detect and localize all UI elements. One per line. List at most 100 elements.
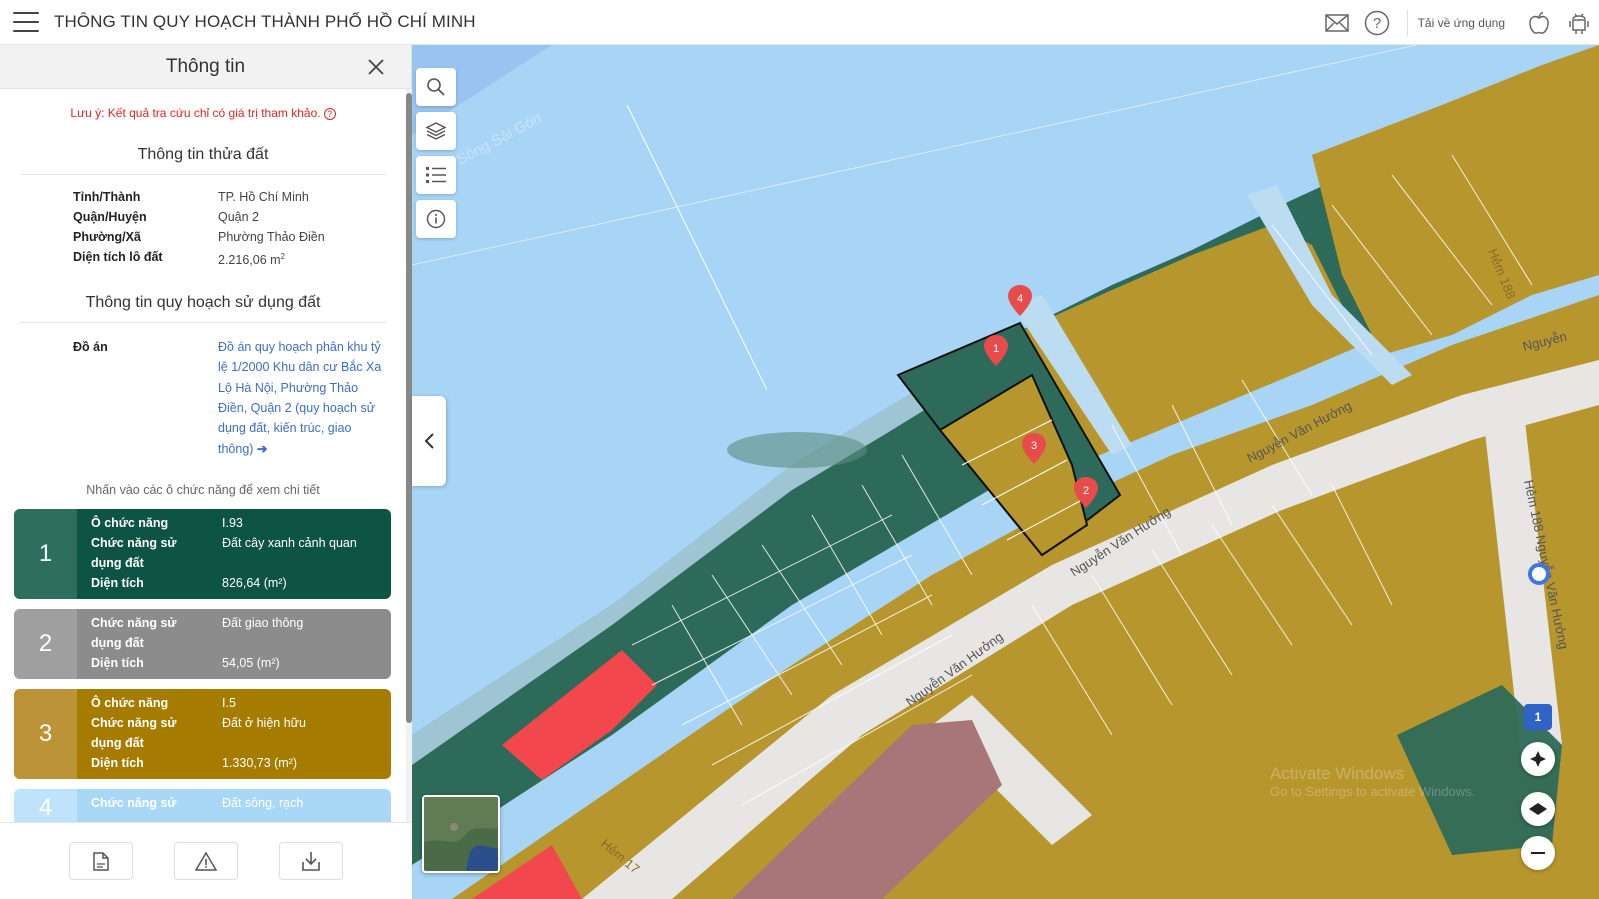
card-value: I.5 bbox=[222, 696, 236, 710]
compass-icon[interactable] bbox=[1521, 792, 1555, 826]
card-row: Diện tích 54,05 (m²) bbox=[91, 653, 391, 673]
card-details: Chức năng sử Đất giao thông dụng đất Diện… bbox=[77, 609, 391, 679]
card-value bbox=[222, 553, 391, 573]
card-value bbox=[222, 733, 391, 753]
watermark-line: Activate Windows bbox=[1270, 764, 1405, 783]
user-location-marker bbox=[1528, 563, 1550, 585]
divider bbox=[20, 174, 386, 175]
card-number: 3 bbox=[14, 689, 77, 779]
warning-icon[interactable] bbox=[173, 842, 238, 880]
card-key: Diện tích bbox=[91, 656, 144, 670]
doan-text: Đồ án quy hoạch phân khu tỷ lệ 1/2000 Kh… bbox=[218, 340, 382, 456]
card-value: 54,05 (m²) bbox=[222, 656, 280, 670]
panel-header: Thông tin bbox=[0, 45, 411, 89]
field-label: Tỉnh/Thành bbox=[73, 190, 141, 204]
svg-text:1: 1 bbox=[993, 343, 999, 355]
disclaimer-text: Lưu ý: Kết quả tra cứu chỉ có giá trị th… bbox=[70, 106, 321, 120]
parcel-row: Tỉnh/Thành TP. Hồ Chí Minh bbox=[73, 187, 406, 207]
list-icon[interactable] bbox=[416, 156, 456, 194]
top-bar: THÔNG TIN QUY HOẠCH THÀNH PHỐ HỒ CHÍ MIN… bbox=[0, 0, 1599, 45]
help-icon[interactable]: ? bbox=[1357, 0, 1397, 45]
doan-link[interactable]: Đồ án quy hoạch phân khu tỷ lệ 1/2000 Kh… bbox=[218, 337, 383, 459]
card-row: Ô chức năng I.93 bbox=[91, 513, 391, 533]
card-row: Diện tích 1.330,73 (m²) bbox=[91, 753, 391, 773]
field-value: 2.216,06 m2 bbox=[218, 247, 285, 270]
card-row: Chức năng sử Đất sông, rạch bbox=[91, 793, 391, 813]
card-value: Đất cây xanh cảnh quan bbox=[222, 536, 357, 550]
area-unit-exponent: 2 bbox=[280, 252, 285, 261]
download-icon[interactable] bbox=[279, 842, 344, 880]
disclaimer-note: Lưu ý: Kết quả tra cứu chỉ có giá trị th… bbox=[0, 106, 406, 120]
card-row: Chức năng sử Đất giao thông bbox=[91, 613, 391, 633]
field-label: Đồ án bbox=[73, 340, 108, 355]
menu-icon[interactable] bbox=[13, 12, 39, 32]
area-value: 2.216,06 m bbox=[218, 253, 281, 268]
info-icon[interactable] bbox=[416, 200, 456, 238]
function-card-1[interactable]: 1 Ô chức năng I.93 Chức năng sử Đất cây xa… bbox=[14, 509, 391, 599]
card-key: Ô chức năng bbox=[91, 516, 169, 530]
card-key: dụng đất bbox=[91, 736, 144, 750]
card-details: Ô chức năng I.93 Chức năng sử Đất cây xanh… bbox=[77, 509, 391, 599]
card-row: dụng đất bbox=[91, 553, 391, 573]
mail-icon[interactable] bbox=[1317, 0, 1357, 45]
field-value: TP. Hồ Chí Minh bbox=[218, 190, 309, 204]
card-key: Chức năng sử bbox=[91, 796, 177, 810]
function-card-2[interactable]: 2 Chức năng sử Đất giao thông dụng đất Di… bbox=[14, 609, 391, 679]
locate-icon[interactable] bbox=[1521, 742, 1555, 776]
card-key: dụng đất bbox=[91, 636, 144, 650]
info-panel: Thông tin Lưu ý: Kết quả tra cứu chỉ có … bbox=[0, 45, 412, 899]
hint-text: Nhấn vào các ô chức năng để xem chi tiết bbox=[86, 482, 320, 497]
field-value: Phường Thảo Điền bbox=[218, 230, 325, 244]
card-key: Chức năng sử bbox=[91, 536, 177, 550]
divider bbox=[1406, 9, 1408, 36]
card-key: Diện tích bbox=[91, 756, 144, 770]
card-number: 2 bbox=[14, 609, 77, 679]
svg-text:2: 2 bbox=[1083, 485, 1089, 497]
svg-text:?: ? bbox=[1372, 15, 1380, 32]
help-icon[interactable]: ? bbox=[323, 107, 336, 120]
card-row: Diện tích 826,64 (m²) bbox=[91, 573, 391, 593]
card-value: 1.330,73 (m²) bbox=[222, 756, 298, 770]
card-value: I.93 bbox=[222, 516, 243, 530]
zoom-out-button[interactable] bbox=[1521, 836, 1555, 870]
doan-row: Đồ án Đồ án quy hoạch phân khu tỷ lệ 1/2… bbox=[73, 337, 406, 459]
card-row: Chức năng sử Đất ở hiện hữu bbox=[91, 713, 391, 733]
parcel-info: Tỉnh/Thành TP. Hồ Chí Minh Quận/Huyện Quận… bbox=[0, 187, 406, 270]
planning-section-title: Thông tin quy hoạch sử dụng đất bbox=[85, 294, 321, 312]
layers-icon[interactable] bbox=[416, 112, 456, 150]
android-icon[interactable] bbox=[1559, 0, 1599, 45]
watermark-line: Go to Settings to activate Windows. bbox=[1270, 784, 1476, 799]
parcel-row: Diện tích lô đất 2.216,06 m2 bbox=[73, 247, 406, 270]
satellite-minimap[interactable] bbox=[422, 795, 500, 873]
card-row: dụng đất bbox=[91, 633, 391, 653]
card-number: 4 bbox=[14, 789, 77, 822]
field-label: Phường/Xã bbox=[73, 230, 141, 244]
svg-text:4: 4 bbox=[1017, 293, 1023, 305]
download-app-label: Tải về ứng dụng bbox=[1417, 15, 1505, 30]
arrow-right-icon: ➔ bbox=[256, 441, 268, 456]
chevron-left-icon bbox=[424, 433, 434, 449]
function-card-3[interactable]: 3 Ô chức năng I.5 Chức năng sử Đất ở hiện … bbox=[14, 689, 391, 779]
card-details: Ô chức năng I.5 Chức năng sử Đất ở hiện hữ… bbox=[77, 689, 391, 779]
collapse-panel-button[interactable] bbox=[412, 396, 446, 486]
top-right-actions: ? Tải về ứng dụng bbox=[1317, 0, 1599, 45]
card-key: Chức năng sử bbox=[91, 616, 177, 630]
card-value: Đất sông, rạch bbox=[222, 796, 304, 810]
close-icon[interactable] bbox=[365, 56, 387, 78]
field-label: Quận/Huyện bbox=[73, 210, 147, 224]
card-row: dụng đất bbox=[91, 733, 391, 753]
os-watermark: Activate Windows Go to Settings to activ… bbox=[1270, 765, 1510, 801]
function-card-4[interactable]: 4 Chức năng sử Đất sông, rạch bbox=[14, 789, 391, 822]
search-icon[interactable] bbox=[416, 68, 456, 106]
field-value: Quận 2 bbox=[218, 210, 260, 224]
card-value: Đất ở hiện hữu bbox=[222, 716, 306, 730]
card-row: Ô chức năng I.5 bbox=[91, 693, 391, 713]
card-details: Chức năng sử Đất sông, rạch bbox=[77, 789, 391, 822]
parcel-section-title: Thông tin thửa đất bbox=[137, 146, 269, 163]
card-key: Ô chức năng bbox=[91, 696, 169, 710]
document-icon[interactable] bbox=[68, 842, 133, 880]
field-label: Diện tích lô đất bbox=[73, 250, 163, 264]
panel-title: Thông tin bbox=[165, 55, 246, 77]
map-toolbar bbox=[416, 68, 456, 244]
apple-icon[interactable] bbox=[1519, 0, 1559, 45]
